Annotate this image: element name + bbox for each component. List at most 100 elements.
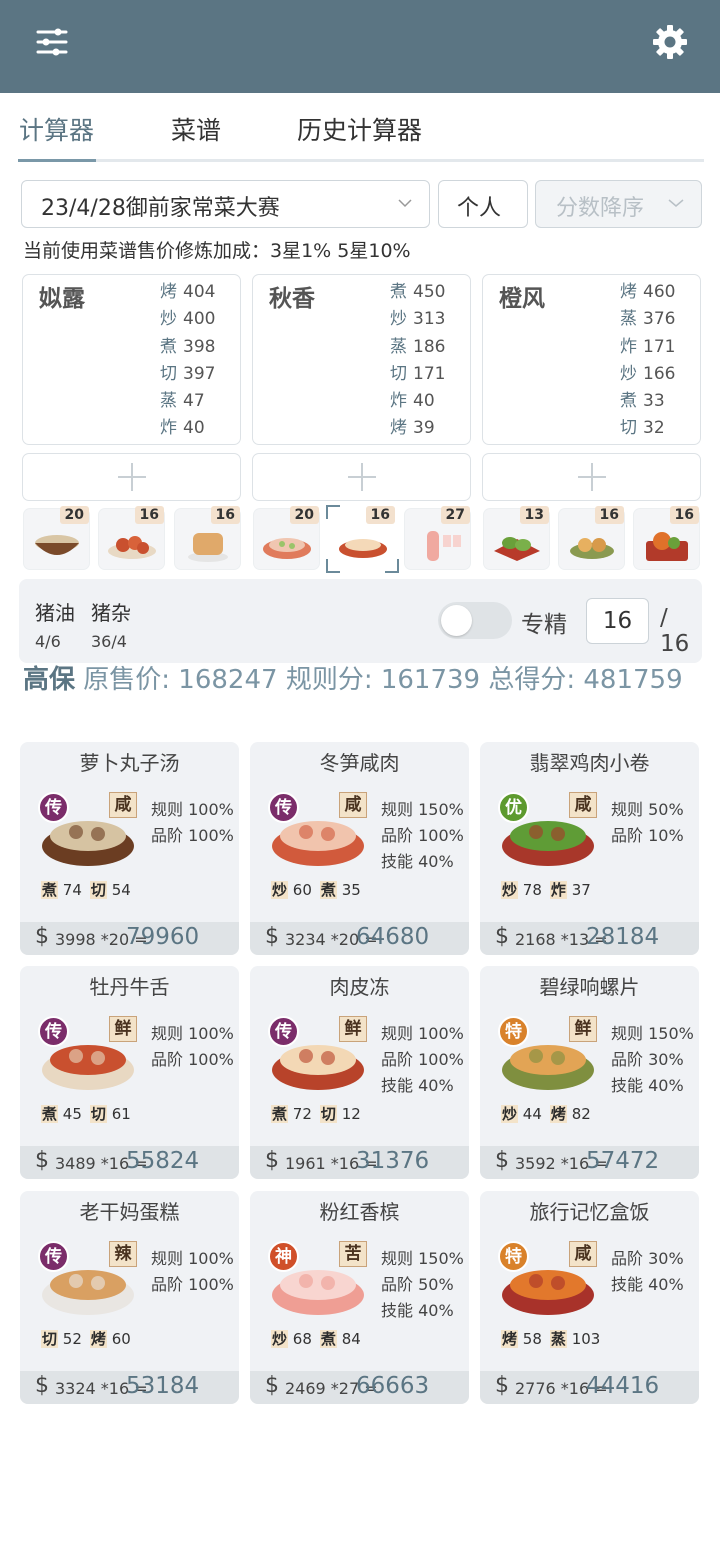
skill-row: 切 397	[160, 361, 215, 388]
recipe-thumb[interactable]: 16	[174, 506, 241, 570]
tab-history-calculator[interactable]: 历史计算器	[297, 111, 422, 147]
skill-requirements: 煮 74 切 54	[41, 879, 131, 900]
req-value: 58	[522, 1330, 542, 1348]
bonus-line: 品阶 30%	[611, 1050, 684, 1069]
specialize-toggle[interactable]	[438, 602, 512, 639]
skill-value: 397	[183, 363, 216, 384]
skill-row: 炸 171	[620, 334, 675, 361]
price-bar: $2776 *16 = 44416	[480, 1371, 699, 1404]
bonus-line: 品阶 100%	[151, 1275, 234, 1294]
flavor-tag: 辣	[109, 1241, 137, 1267]
skill-type: 切	[620, 418, 637, 439]
bonus-line: 规则 100%	[151, 1249, 234, 1268]
sort-select-value: 分数降序	[556, 196, 645, 221]
req-skill: 炒	[271, 881, 289, 899]
skill-value: 404	[183, 282, 216, 302]
dollar-icon: $	[265, 1373, 279, 1398]
salted-meat-plate-icon	[263, 538, 311, 559]
bonus-list: 规则 50% 品阶 10%	[611, 797, 684, 849]
recipe-name: 冬笋咸肉	[319, 751, 400, 775]
recipe-card[interactable]: 碧绿响螺片特 鲜规则 150% 品阶 30% 技能 40% 炒 44 烤 82 $3592 …	[480, 966, 699, 1179]
rarity-badge: 传	[38, 1241, 69, 1272]
specialize-level-input[interactable]: 16	[586, 598, 649, 644]
recipe-card[interactable]: 牡丹牛舌传 鲜规则 100% 品阶 100% 煮 45 切 61 $3489 *16 = 5…	[20, 966, 239, 1179]
soup-bowl-icon	[35, 535, 79, 555]
bonus-line: 规则 100%	[151, 800, 234, 819]
bonus-line: 规则 50%	[611, 800, 684, 819]
skill-type: 切	[160, 363, 177, 384]
skill-type: 煮	[160, 336, 177, 357]
flavor-tag: 鲜	[339, 1016, 367, 1042]
dollar-icon: $	[265, 1148, 279, 1173]
recipe-card[interactable]: 粉红香槟神 苦规则 150% 品阶 50% 技能 40% 炒 68 煮 84 $2469 *…	[250, 1191, 469, 1404]
skill-type: 蒸	[160, 391, 177, 412]
tab-divider	[18, 159, 704, 162]
recipe-thumb-selected[interactable]: 16	[326, 505, 399, 573]
rule-select-value: 23/4/28御前家常菜大赛	[41, 196, 280, 221]
chef-card[interactable]: 橙风 烤 460 蒸 376 炸 171 炒 166 煮 33 切 32	[482, 274, 701, 445]
req-value: 60	[292, 881, 312, 899]
req-value: 78	[522, 881, 542, 899]
chef-card[interactable]: 姒露 烤 404 炒 400 煮 398 切 397 蒸 47 炸 40	[22, 274, 241, 445]
rarity-badge: 传	[268, 1016, 299, 1047]
skill-value: 450	[413, 282, 446, 302]
bonus-line: 品阶 30%	[611, 1249, 684, 1268]
sort-select[interactable]: 分数降序	[535, 180, 702, 228]
tab-calculator[interactable]: 计算器	[19, 111, 94, 147]
summary-chef-name: 高保	[23, 665, 76, 695]
recipe-card[interactable]: 萝卜丸子汤传 咸规则 100% 品阶 100% 煮 74 切 54 $3998 *20 =…	[20, 742, 239, 955]
skill-type: 炒	[160, 309, 177, 330]
recipe-card[interactable]: 肉皮冻传 鲜规则 100% 品阶 100% 技能 40% 煮 72 切 12 $1961 *…	[250, 966, 469, 1179]
recipe-thumb[interactable]: 16	[98, 506, 165, 570]
recipe-thumb[interactable]: 27	[404, 506, 471, 570]
skill-type: 蒸	[620, 309, 637, 330]
req-skill: 炒	[501, 881, 519, 899]
ingredient-item: 猪油 4/6	[35, 597, 75, 651]
price-bar: $3998 *20 = 79960	[20, 922, 239, 955]
ingredient-count: 4/6	[35, 632, 61, 651]
thumb-count: 20	[59, 506, 89, 524]
req-skill: 烤	[549, 1105, 567, 1123]
flavor-tag: 咸	[569, 1241, 597, 1267]
recipe-card[interactable]: 冬笋咸肉传 咸规则 150% 品阶 100% 技能 40% 炒 60 煮 35 $3234 …	[250, 742, 469, 955]
skill-requirements: 炒 68 煮 84	[271, 1328, 361, 1349]
req-value: 54	[111, 881, 131, 899]
bonus-list: 规则 150% 品阶 100% 技能 40%	[381, 797, 464, 875]
chef-card[interactable]: 秋香 煮 450 炒 313 蒸 186 切 171 炸 40 烤 39	[252, 274, 471, 445]
rule-select[interactable]: 23/4/28御前家常菜大赛	[21, 180, 430, 228]
recipe-card[interactable]: 翡翠鸡肉小卷优 咸规则 50% 品阶 10% 炒 78 炸 37 $2168 *13 = 2…	[480, 742, 699, 955]
recipe-thumb[interactable]: 13	[483, 506, 550, 570]
bonus-line: 规则 100%	[151, 1024, 234, 1043]
add-equip-button[interactable]	[482, 453, 701, 501]
recipe-thumb[interactable]: 16	[633, 506, 700, 570]
summary-scores: 原售价: 168247 规则分: 161739 总得分: 481759	[83, 665, 683, 695]
recipe-thumb[interactable]: 20	[253, 506, 320, 570]
mode-select[interactable]: 个人	[438, 180, 528, 228]
bonus-line: 规则 150%	[381, 800, 464, 819]
add-equip-button[interactable]	[252, 453, 471, 501]
skill-row: 蒸 47	[160, 388, 215, 415]
skill-row: 炒 166	[620, 361, 675, 388]
add-equip-button[interactable]	[22, 453, 241, 501]
price-bar: $3234 *20 = 64680	[250, 922, 469, 955]
skill-requirements: 煮 45 切 61	[41, 1103, 131, 1124]
specialize-level-max: / 16	[660, 605, 690, 657]
filter-icon[interactable]	[34, 24, 70, 60]
tab-recipes[interactable]: 菜谱	[171, 111, 221, 147]
skill-row: 煮 33	[620, 388, 675, 415]
recipe-thumb[interactable]: 20	[23, 506, 90, 570]
recipe-card[interactable]: 旅行记忆盒饭特 咸品阶 30% 技能 40% 烤 58 蒸 103 $2776 *16 =…	[480, 1191, 699, 1404]
bonus-list: 品阶 30% 技能 40%	[611, 1246, 684, 1298]
skill-type: 炸	[160, 418, 177, 439]
ingredient-panel: 猪油 4/6 猪杂 36/4 专精 16 / 16	[19, 579, 702, 663]
bonus-line: 品阶 100%	[381, 1050, 464, 1069]
gear-icon[interactable]	[650, 22, 690, 62]
recipe-thumb[interactable]: 16	[558, 506, 625, 570]
skill-value: 40	[183, 418, 205, 439]
conch-slice-icon	[570, 538, 614, 559]
req-skill: 煮	[319, 1330, 337, 1348]
price-total: 64680	[356, 924, 430, 950]
recipe-card[interactable]: 老干妈蛋糕传 辣规则 100% 品阶 100% 切 52 烤 60 $3324 *16 =…	[20, 1191, 239, 1404]
skill-row: 切 171	[390, 361, 445, 388]
chef-name: 姒露	[39, 286, 85, 312]
